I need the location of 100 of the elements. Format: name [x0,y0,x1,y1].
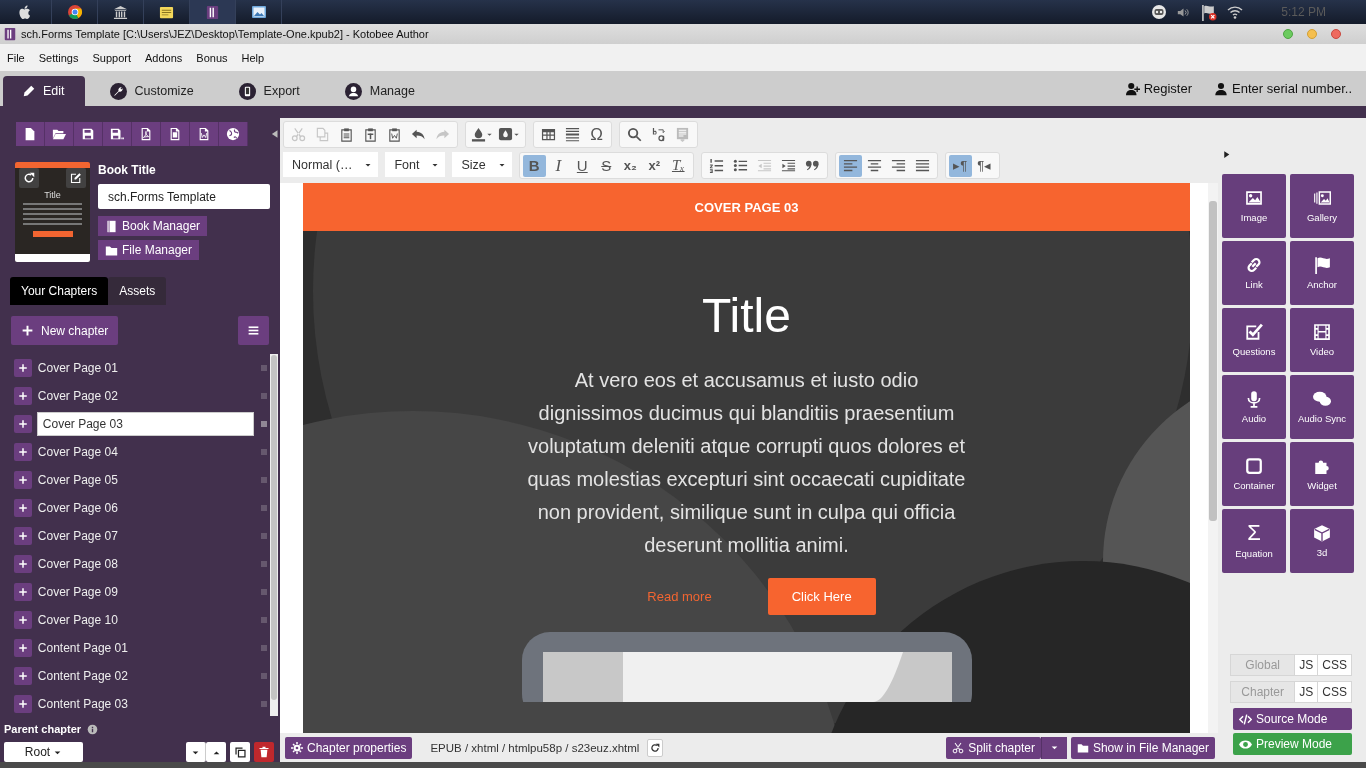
chapter-item[interactable]: Content Page 03 [36,692,254,716]
widget-button[interactable]: Questions [1222,308,1286,372]
add-button[interactable] [14,527,32,545]
toolbar-button[interactable] [45,122,74,146]
widget-button[interactable]: Audio Sync [1290,375,1354,439]
move-down-button[interactable] [186,742,206,762]
add-button[interactable] [14,639,32,657]
subscript-button[interactable]: x₂ [618,154,642,177]
tab[interactable]: Edit [3,76,85,106]
menu-item[interactable]: Help [234,51,272,64]
widget-button[interactable]: Audio [1222,375,1286,439]
chapter-item[interactable]: Content Page 02 [36,664,254,688]
chapter-item[interactable]: Content Page 01 [36,636,254,660]
dropdown[interactable]: Size [452,152,512,177]
align-left-button[interactable] [838,154,862,177]
toolbar-button[interactable] [103,122,132,146]
chapter-item[interactable]: Cover Page 02 [36,384,254,408]
move-up-button[interactable] [206,742,226,762]
refresh-button[interactable] [647,738,664,757]
widget-button[interactable]: Gallery [1290,174,1354,238]
menu-item[interactable]: Addons [138,51,190,64]
special-character-button[interactable]: Ω [585,123,608,146]
tab[interactable]: Export [218,76,320,106]
italic-button[interactable]: I [546,154,570,177]
dropdown[interactable]: Normal (… [283,152,379,177]
widget-button[interactable]: 3d [1290,509,1354,573]
bold-button[interactable]: B [522,154,546,177]
tab[interactable]: Customize [89,76,214,106]
widget-button[interactable]: Σ Equation [1222,509,1286,573]
widget-button[interactable]: Anchor [1290,241,1354,305]
chapter-item[interactable]: Cover Page 04 [36,440,254,464]
mode-button[interactable]: Source Mode [1233,708,1352,730]
tab[interactable]: Manage [324,76,435,106]
superscript-button[interactable]: x² [642,154,666,177]
code-button[interactable]: CSS [1318,654,1352,676]
add-button[interactable] [14,583,32,601]
new-chapter-button[interactable]: New chapter [11,316,119,345]
toolbar-button[interactable] [161,122,190,146]
toolbar-button[interactable] [16,122,45,146]
account-link[interactable]: Register [1125,81,1193,96]
dropdown[interactable]: Font [385,152,446,177]
underline-button[interactable]: U [570,154,594,177]
add-button[interactable] [14,499,32,517]
toolbar-button[interactable] [219,122,248,146]
scrollbar-thumb[interactable] [271,355,277,700]
widget-button[interactable]: Image [1222,174,1286,238]
menu-item[interactable]: File [0,51,32,64]
add-button[interactable] [14,443,32,461]
menu-button[interactable] [238,316,269,345]
chapter-item[interactable]: Cover Page 01 [36,356,254,380]
manager-button[interactable]: File Manager [98,240,200,260]
add-button[interactable] [14,387,32,405]
edit-cover-button[interactable] [66,168,86,188]
chapter-item[interactable]: Cover Page 09 [36,580,254,604]
widget-button[interactable]: Link [1222,241,1286,305]
code-button[interactable]: CSS [1318,681,1352,703]
dropdown[interactable]: Root [4,742,83,762]
menu-item[interactable]: Support [85,51,138,64]
chapter-item[interactable]: Cover Page 08 [36,552,254,576]
chapter-item[interactable]: Cover Page 10 [36,608,254,632]
toolbar-button[interactable] [132,122,161,146]
right-to-left-button[interactable]: ¶◂ [972,154,996,177]
widget-button[interactable]: Widget [1290,442,1354,506]
scrollbar-thumb[interactable] [1209,201,1217,521]
tab[interactable]: Your Chapters [10,277,109,305]
chapter-properties-button[interactable]: Chapter properties [285,736,413,759]
menu-item[interactable]: Bonus [189,51,235,64]
add-button[interactable] [14,359,32,377]
plus-icon [17,447,28,457]
chapter-item[interactable]: Cover Page 06 [36,496,254,520]
add-button[interactable] [14,667,32,685]
chapter-item[interactable]: Cover Page 07 [36,524,254,548]
tab[interactable]: Assets [108,277,167,305]
delete-button[interactable] [254,742,274,762]
duplicate-button[interactable] [230,742,250,762]
toolbar-button[interactable] [74,122,103,146]
add-button[interactable] [14,695,32,713]
add-button[interactable] [14,555,32,573]
add-button[interactable] [14,415,32,433]
toolbar-button[interactable] [190,122,219,146]
clear-format-button[interactable]: Tₓ [666,154,690,177]
menu-item[interactable]: Settings [31,51,86,64]
show-in-file-manager-button[interactable]: Show in File Manager [1070,736,1215,759]
account-link[interactable]: Enter serial number.. [1214,81,1352,96]
manager-button[interactable]: Book Manager [98,216,208,236]
chapter-item[interactable]: Cover Page 05 [36,468,254,492]
left-to-right-button[interactable]: ▸¶ [948,154,972,177]
strikethrough-button[interactable]: S [594,154,618,177]
close-button[interactable] [1331,29,1341,39]
split-chapter-button[interactable]: Split chapter [946,736,1041,759]
chapter-name-field[interactable]: Cover Page 03 [36,412,254,436]
dropdown-button[interactable] [1040,736,1067,759]
add-button[interactable] [14,611,32,629]
code-button[interactable]: JS [1295,681,1319,703]
reset-button[interactable] [19,168,39,188]
widget-button[interactable]: Container [1222,442,1286,506]
code-button[interactable]: JS [1295,654,1319,676]
widget-button[interactable]: Video [1290,308,1354,372]
book-title-field[interactable]: sch.Forms Template [98,184,270,209]
add-button[interactable] [14,471,32,489]
